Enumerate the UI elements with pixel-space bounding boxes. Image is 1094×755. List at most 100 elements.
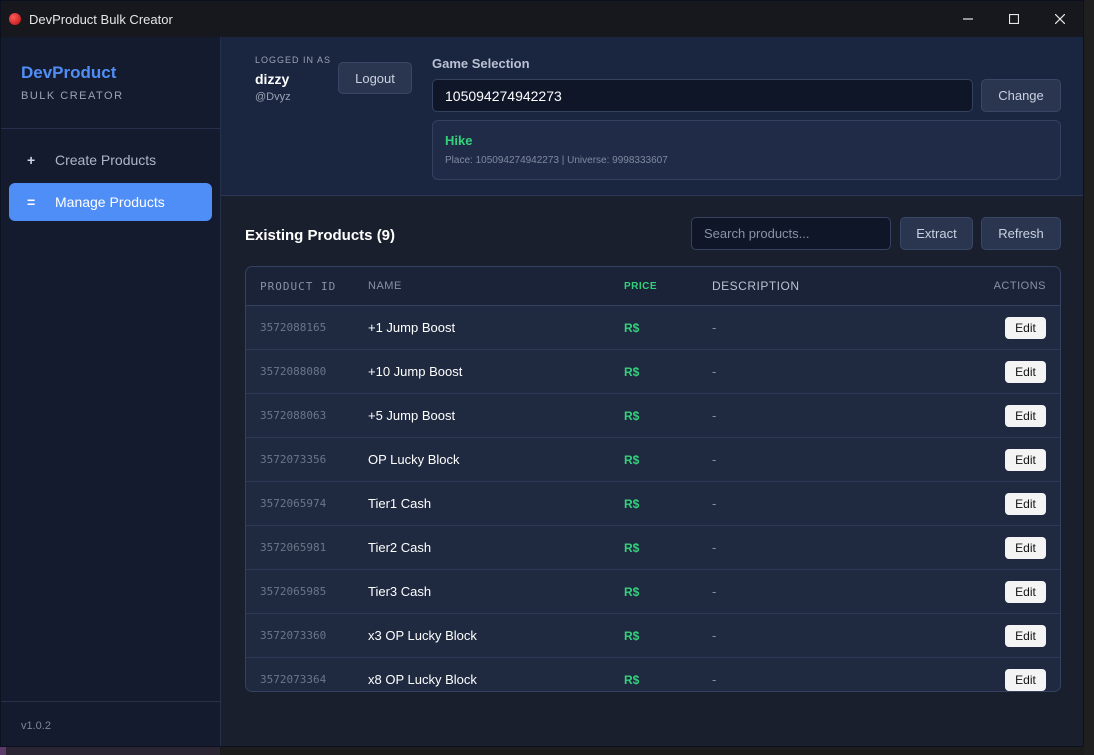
- table-row: 3572073364 x8 OP Lucky Block R$ - Edit: [246, 658, 1060, 691]
- sidebar-nav: + Create Products = Manage Products: [1, 129, 220, 221]
- product-description: -: [712, 452, 717, 467]
- search-input[interactable]: [691, 217, 891, 250]
- divider: [1, 701, 220, 702]
- product-description: -: [712, 540, 717, 555]
- game-selection-label: Game Selection: [432, 56, 530, 71]
- edit-button[interactable]: Edit: [1005, 316, 1046, 339]
- column-header-price: PRICE: [624, 280, 658, 292]
- product-description: -: [712, 408, 717, 423]
- window-title: DevProduct Bulk Creator: [29, 11, 173, 27]
- edit-button[interactable]: Edit: [1005, 492, 1046, 515]
- plus-icon: +: [27, 152, 36, 168]
- edit-button[interactable]: Edit: [1005, 668, 1046, 691]
- table-row: 3572088165 +1 Jump Boost R$ - Edit: [246, 306, 1060, 350]
- product-description: -: [712, 364, 717, 379]
- username: dizzy: [255, 71, 290, 87]
- product-price: R$: [624, 496, 640, 511]
- refresh-button[interactable]: Refresh: [981, 217, 1061, 250]
- product-id: 3572073356: [260, 453, 327, 466]
- close-button[interactable]: [1037, 1, 1083, 37]
- product-price: R$: [624, 584, 640, 599]
- sidebar-item-label: Manage Products: [55, 194, 165, 210]
- title-bar: DevProduct Bulk Creator: [1, 1, 1083, 37]
- version-label: v1.0.2: [21, 720, 51, 732]
- app-window: DevProduct Bulk Creator DevProduct BULK …: [0, 0, 1084, 747]
- column-header-product-id: PRODUCT ID: [260, 279, 337, 293]
- table-row: 3572065981 Tier2 Cash R$ - Edit: [246, 526, 1060, 570]
- product-name: Tier1 Cash: [368, 496, 432, 511]
- logged-in-label: LOGGED IN AS: [255, 55, 332, 65]
- product-name: Tier3 Cash: [368, 584, 432, 599]
- list-icon: =: [27, 194, 36, 210]
- product-price: R$: [624, 628, 640, 643]
- products-title: Existing Products (9): [245, 227, 396, 244]
- header: LOGGED IN AS dizzy @Dvyz Logout Game Sel…: [221, 37, 1083, 196]
- product-description: -: [712, 628, 717, 643]
- brand-subtitle: BULK CREATOR: [21, 90, 124, 102]
- product-id: 3572088080: [260, 365, 327, 378]
- table-row: 3572073356 OP Lucky Block R$ - Edit: [246, 438, 1060, 482]
- edit-button[interactable]: Edit: [1005, 448, 1046, 471]
- product-name: +5 Jump Boost: [368, 408, 456, 423]
- sidebar-item-create-products[interactable]: + Create Products: [9, 141, 212, 179]
- game-id-input[interactable]: [432, 79, 973, 112]
- edit-button[interactable]: Edit: [1005, 404, 1046, 427]
- close-icon: [1055, 14, 1065, 24]
- game-name: Hike: [445, 133, 473, 148]
- column-header-description: DESCRIPTION: [712, 279, 800, 293]
- edit-button[interactable]: Edit: [1005, 360, 1046, 383]
- game-meta: Place: 105094274942273 | Universe: 99983…: [445, 155, 668, 166]
- column-header-name: NAME: [368, 280, 402, 292]
- table-row: 3572065985 Tier3 Cash R$ - Edit: [246, 570, 1060, 614]
- product-id: 3572088063: [260, 409, 327, 422]
- product-id: 3572073364: [260, 673, 327, 686]
- table-row: 3572088063 +5 Jump Boost R$ - Edit: [246, 394, 1060, 438]
- product-description: -: [712, 320, 717, 335]
- product-name: +10 Jump Boost: [368, 364, 463, 379]
- product-name: Tier2 Cash: [368, 540, 432, 555]
- product-id: 3572065974: [260, 497, 327, 510]
- table-row: 3572073360 x3 OP Lucky Block R$ - Edit: [246, 614, 1060, 658]
- product-description: -: [712, 584, 717, 599]
- edit-button[interactable]: Edit: [1005, 536, 1046, 559]
- product-price: R$: [624, 320, 640, 335]
- minimize-icon: [963, 18, 973, 20]
- product-description: -: [712, 672, 717, 687]
- product-id: 3572088165: [260, 321, 327, 334]
- user-handle: @Dvyz: [255, 91, 291, 103]
- table-header: PRODUCT ID NAME PRICE DESCRIPTION ACTION…: [246, 267, 1060, 306]
- window-controls: [945, 1, 1083, 37]
- background-window-edge: [1084, 0, 1094, 755]
- maximize-button[interactable]: [991, 1, 1037, 37]
- table-row: 3572065974 Tier1 Cash R$ - Edit: [246, 482, 1060, 526]
- table-row: 3572088080 +10 Jump Boost R$ - Edit: [246, 350, 1060, 394]
- logout-button[interactable]: Logout: [338, 62, 412, 94]
- edit-button[interactable]: Edit: [1005, 580, 1046, 603]
- product-name: OP Lucky Block: [368, 452, 460, 467]
- product-price: R$: [624, 452, 640, 467]
- app-icon: [9, 13, 21, 25]
- product-id: 3572065981: [260, 541, 327, 554]
- brand: DevProduct BULK CREATOR: [1, 37, 220, 129]
- products-table: PRODUCT ID NAME PRICE DESCRIPTION ACTION…: [245, 266, 1061, 692]
- product-description: -: [712, 496, 717, 511]
- product-name: x3 OP Lucky Block: [368, 628, 477, 643]
- product-price: R$: [624, 364, 640, 379]
- product-price: R$: [624, 540, 640, 555]
- change-game-button[interactable]: Change: [981, 79, 1061, 112]
- products-panel: Existing Products (9) Extract Refresh PR…: [221, 196, 1083, 746]
- maximize-icon: [1009, 14, 1019, 24]
- extract-button[interactable]: Extract: [900, 217, 973, 250]
- sidebar-item-manage-products[interactable]: = Manage Products: [9, 183, 212, 221]
- minimize-button[interactable]: [945, 1, 991, 37]
- sidebar: DevProduct BULK CREATOR + Create Product…: [1, 37, 221, 746]
- brand-title: DevProduct: [21, 63, 117, 82]
- game-info-card: Hike Place: 105094274942273 | Universe: …: [432, 120, 1061, 180]
- product-id: 3572073360: [260, 629, 327, 642]
- sidebar-item-label: Create Products: [55, 152, 157, 168]
- product-id: 3572065985: [260, 585, 327, 598]
- product-price: R$: [624, 672, 640, 687]
- product-price: R$: [624, 408, 640, 423]
- edit-button[interactable]: Edit: [1005, 624, 1046, 647]
- column-header-actions: ACTIONS: [993, 280, 1046, 292]
